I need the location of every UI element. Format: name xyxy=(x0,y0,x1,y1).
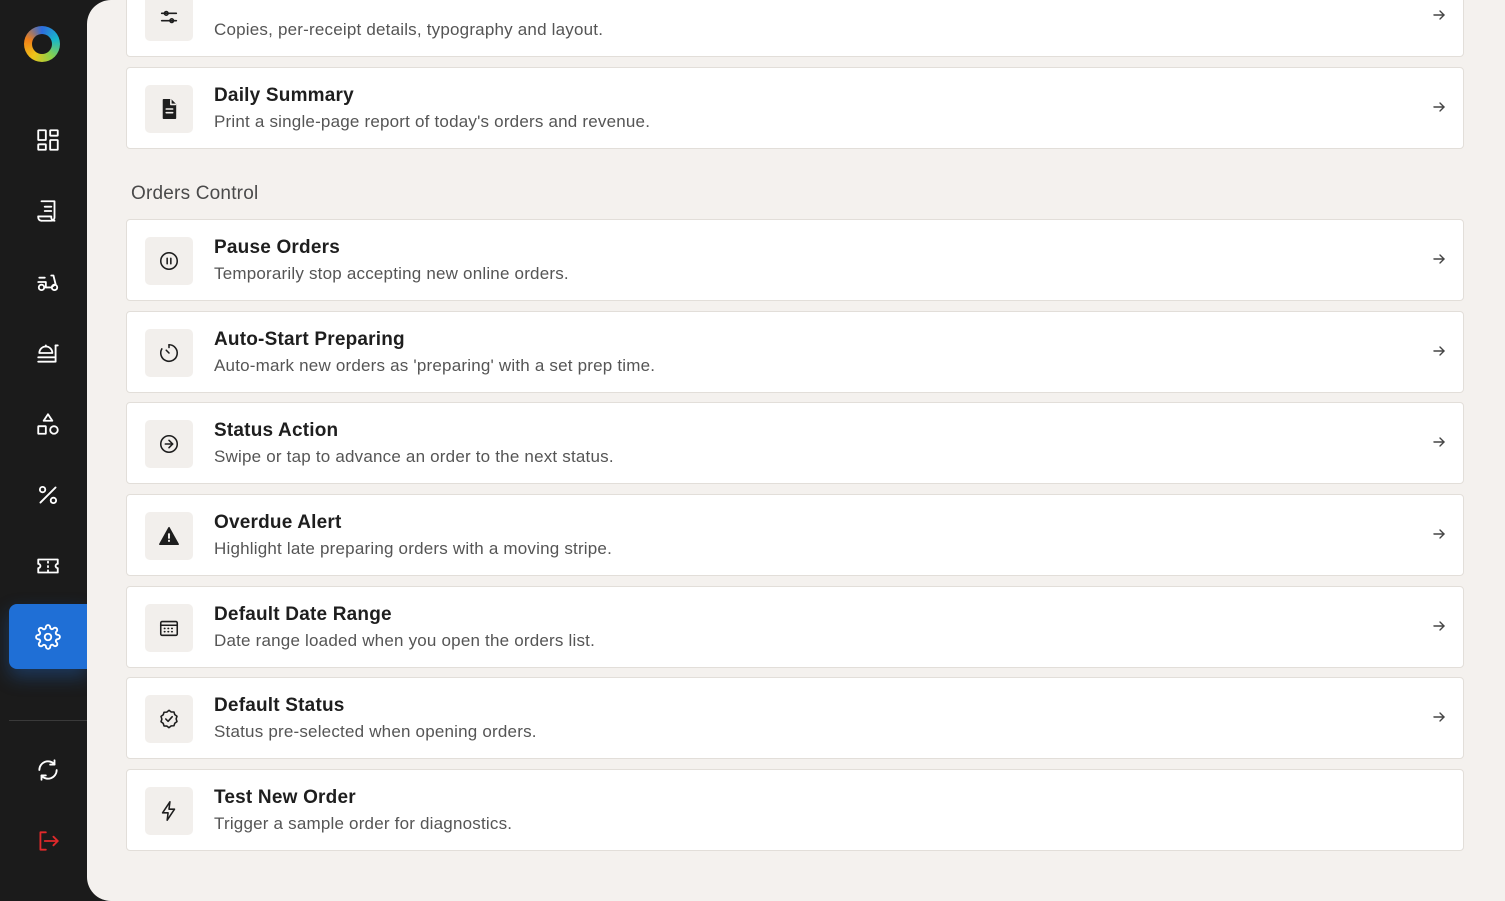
arrow-right-icon xyxy=(1432,527,1446,541)
card-title: Overdue Alert xyxy=(214,512,342,533)
sidebar-divider xyxy=(9,720,87,721)
settings-card-status-action[interactable]: Status Action Swipe or tap to advance an… xyxy=(126,402,1464,484)
card-description: Trigger a sample order for diagnostics. xyxy=(214,814,513,833)
card-icon-box xyxy=(145,512,193,560)
sidebar-item-delivery[interactable] xyxy=(9,250,87,314)
sliders-icon xyxy=(160,10,178,24)
card-icon-box xyxy=(145,329,193,377)
logout-icon xyxy=(39,831,59,851)
sidebar-item-coupons[interactable] xyxy=(9,534,87,598)
calendar-icon xyxy=(159,620,179,637)
lightning-icon xyxy=(161,801,176,821)
card-icon-box xyxy=(145,85,193,133)
card-icon-box xyxy=(145,787,193,835)
sidebar-item-orders[interactable] xyxy=(9,179,87,243)
card-icon-box xyxy=(145,237,193,285)
card-title: Status Action xyxy=(214,420,339,441)
settings-card-daily-summary[interactable]: Daily Summary Print a single-page report… xyxy=(126,67,1464,149)
settings-content: Copies, per-receipt details, typography … xyxy=(87,0,1505,901)
card-description: Print a single-page report of today's or… xyxy=(214,112,651,131)
section-title-orders-control: Orders Control xyxy=(131,183,259,204)
card-title: Daily Summary xyxy=(214,85,354,106)
arrow-right-icon xyxy=(1432,619,1446,633)
card-description: Swipe or tap to advance an order to the … xyxy=(214,447,614,466)
percent-icon xyxy=(38,485,58,505)
sync-icon xyxy=(38,759,58,781)
card-description: Copies, per-receipt details, typography … xyxy=(214,20,604,39)
warning-icon xyxy=(159,526,179,546)
arrow-right-icon xyxy=(1432,710,1446,724)
settings-card-default-date-range[interactable]: Default Date Range Date range loaded whe… xyxy=(126,586,1464,668)
dashboard-icon xyxy=(37,129,59,151)
ticket-icon xyxy=(37,558,59,574)
sidebar-item-discounts[interactable] xyxy=(9,463,87,527)
card-title: Default Date Range xyxy=(214,604,392,625)
settings-card-receipt-layout[interactable]: Copies, per-receipt details, typography … xyxy=(126,0,1464,57)
receipt-icon xyxy=(37,200,56,222)
arrow-circle-icon xyxy=(159,434,179,454)
card-icon-box xyxy=(145,695,193,743)
gear-icon xyxy=(35,623,61,650)
food-tray-icon xyxy=(37,344,59,363)
shapes-icon xyxy=(37,413,59,435)
badge-check-icon xyxy=(160,709,178,729)
card-icon-box xyxy=(145,604,193,652)
card-description: Temporarily stop accepting new online or… xyxy=(214,264,569,283)
arrow-right-icon xyxy=(1432,435,1446,449)
sidebar-item-settings[interactable] xyxy=(9,604,87,669)
arrow-right-icon xyxy=(1432,100,1446,114)
document-icon xyxy=(162,99,177,119)
timer-icon xyxy=(159,343,178,362)
sidebar-item-sync[interactable] xyxy=(9,738,87,802)
sidebar-item-menu[interactable] xyxy=(9,321,87,385)
pause-circle-icon xyxy=(159,251,179,271)
settings-card-overdue-alert[interactable]: Overdue Alert Highlight late preparing o… xyxy=(126,494,1464,576)
card-icon-box xyxy=(145,420,193,468)
sidebar xyxy=(0,0,87,901)
card-title: Default Status xyxy=(214,695,345,716)
sidebar-item-dashboard[interactable] xyxy=(9,108,87,172)
arrow-right-icon xyxy=(1432,344,1446,358)
app-logo[interactable] xyxy=(24,26,60,62)
settings-card-test-new-order[interactable]: Test New Order Trigger a sample order fo… xyxy=(126,769,1464,851)
arrow-right-icon xyxy=(1432,252,1446,266)
settings-card-default-status[interactable]: Default Status Status pre-selected when … xyxy=(126,677,1464,759)
settings-card-auto-start-preparing[interactable]: Auto-Start Preparing Auto-mark new order… xyxy=(126,311,1464,393)
sidebar-item-logout[interactable] xyxy=(9,809,87,873)
card-icon-box xyxy=(145,0,193,41)
arrow-right-icon xyxy=(1432,8,1446,22)
card-description: Auto-mark new orders as 'preparing' with… xyxy=(214,356,656,375)
scooter-icon xyxy=(37,274,59,292)
card-description: Date range loaded when you open the orde… xyxy=(214,631,596,650)
settings-card-pause-orders[interactable]: Pause Orders Temporarily stop accepting … xyxy=(126,219,1464,301)
card-description: Highlight late preparing orders with a m… xyxy=(214,539,613,558)
card-title: Pause Orders xyxy=(214,237,340,258)
sidebar-item-categories[interactable] xyxy=(9,392,87,456)
card-title: Auto-Start Preparing xyxy=(214,329,405,350)
card-title: Test New Order xyxy=(214,787,356,808)
card-description: Status pre-selected when opening orders. xyxy=(214,722,537,741)
